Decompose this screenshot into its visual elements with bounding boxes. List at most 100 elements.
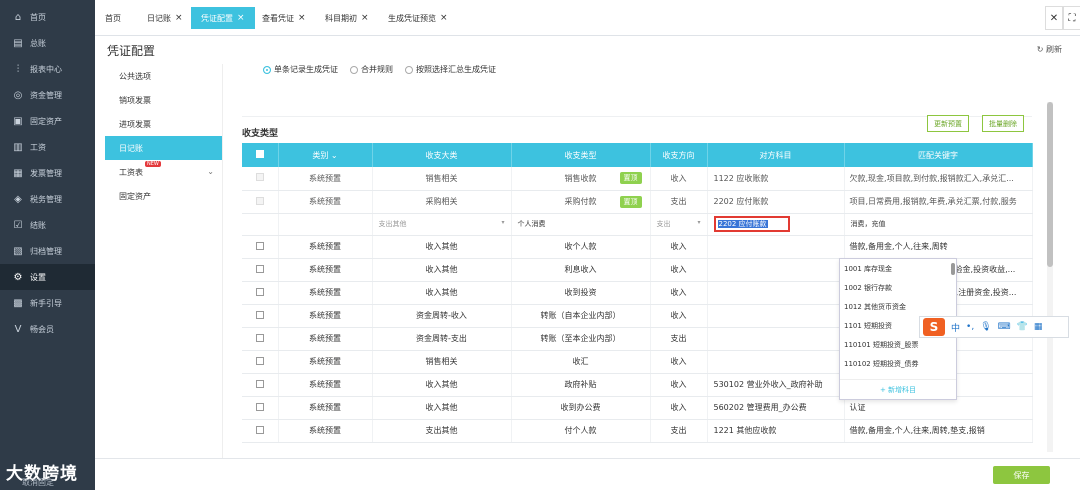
subnav-item-3[interactable]: 日记账 [105, 136, 222, 160]
row-checkbox[interactable] [242, 327, 279, 351]
close-all-tabs-icon[interactable]: ✕ [1045, 6, 1063, 30]
grid-menu-icon[interactable]: ▦ [1034, 322, 1043, 332]
tab-0[interactable]: 首页 [95, 7, 131, 29]
radio-dot[interactable] [263, 65, 271, 74]
sidebar-item-archive[interactable]: ▧ 归档管理 [0, 238, 95, 264]
pin-top-badge[interactable]: 置顶 [619, 195, 642, 208]
subnav-item-2[interactable]: 进项发票 [105, 112, 222, 136]
microphone-icon[interactable]: 🎙 [980, 322, 991, 332]
row-checkbox[interactable] [242, 281, 279, 305]
cell-account[interactable] [707, 281, 845, 305]
sidebar-item-guide[interactable]: ▩ 新手引导 [0, 290, 95, 316]
sidebar-item-close-account[interactable]: ☑ 结账 [0, 212, 95, 238]
cell-account[interactable] [707, 235, 845, 259]
sidebar-item-money[interactable]: ◎ 资金管理 [0, 82, 95, 108]
ime-toolbar: S 中 •, 🎙 ⌨ 👕 ▦ [919, 316, 1069, 338]
sidebar-item-salary[interactable]: ▥ 工资 [0, 134, 95, 160]
keywords-input[interactable]: 消费，充值 [844, 213, 1033, 236]
skin-icon[interactable]: 👕 [1017, 322, 1028, 332]
account-option[interactable]: 1002 银行存款 [840, 278, 956, 297]
account-option[interactable]: 1001 库存现金 [840, 259, 956, 278]
tab-4[interactable]: 科目期初 × [315, 7, 379, 29]
sidebar-item-chart[interactable]: ⫶ 报表中心 [0, 56, 95, 82]
sogou-logo-icon[interactable]: S [923, 318, 945, 336]
save-button[interactable]: 保存 [993, 466, 1050, 484]
add-account-button[interactable]: + 新增科目 [840, 379, 956, 399]
tab-1[interactable]: 日记账 × [137, 7, 193, 29]
subnav-item-1[interactable]: 销项发票 [105, 88, 222, 112]
direction-select[interactable]: 支出 ▾ [650, 213, 708, 236]
refresh-button[interactable]: ↻ 刷新 [1037, 44, 1062, 55]
tab-2[interactable]: 凭证配置 × [191, 7, 255, 29]
row-checkbox[interactable] [242, 258, 279, 282]
subnav-item-0[interactable]: 公共选项 [105, 64, 222, 88]
close-icon[interactable]: × [440, 13, 448, 23]
row-checkbox[interactable] [242, 304, 279, 328]
row-checkbox[interactable] [242, 373, 279, 397]
scrollbar-thumb[interactable] [1047, 102, 1053, 267]
tab-5[interactable]: 生成凭证预览 × [378, 7, 458, 29]
ime-punct-icon[interactable]: •, [966, 322, 974, 332]
subnav-item-4[interactable]: 工资表 NEW ⌄ [105, 160, 222, 184]
cell-category: 系统预置 [278, 258, 373, 282]
keyboard-icon[interactable]: ⌨ [998, 322, 1011, 332]
sidebar-item-home[interactable]: ⌂ 首页 [0, 4, 95, 30]
cell-account[interactable]: 2202 应付账款 [707, 190, 845, 214]
sidebar-item-tax[interactable]: ◈ 税务管理 [0, 186, 95, 212]
close-icon[interactable]: × [175, 13, 183, 23]
row-checkbox[interactable] [242, 190, 279, 214]
cell-account[interactable]: 530102 营业外收入_政府补助 [707, 373, 845, 397]
sidebar-item-ledger[interactable]: ▤ 总账 [0, 30, 95, 56]
page-scrollbar[interactable] [1047, 102, 1053, 452]
cell-account[interactable]: 1122 应收账款 [707, 167, 845, 191]
table-row[interactable]: 系统预置 销售相关 销售收款 置顶 收入 1122 应收账款 欠款,现金,项目款,到付款,报… [242, 167, 1033, 191]
select-all-checkbox[interactable] [242, 143, 279, 167]
type-input[interactable]: 个人消费 [511, 213, 651, 236]
row-checkbox[interactable] [242, 396, 279, 420]
sidebar-item-gear[interactable]: ⚙ 设置 [0, 264, 95, 290]
subnav-label: 进项发票 [119, 119, 151, 129]
fullscreen-icon[interactable]: ⛶ [1063, 6, 1080, 30]
pin-top-badge[interactable]: 置顶 [619, 172, 642, 184]
batch-delete-button[interactable]: 批量删除 [982, 115, 1024, 132]
sidebar-item-invoice[interactable]: ▦ 发票管理 [0, 160, 95, 186]
dropdown-scrollbar[interactable] [951, 263, 955, 275]
close-icon[interactable]: × [361, 13, 369, 23]
row-checkbox[interactable] [242, 235, 279, 259]
cell-account[interactable]: 1221 其他应收款 [707, 419, 845, 443]
cell-account[interactable]: 560202 管理费用_办公费 [707, 396, 845, 420]
radio-dot[interactable] [405, 65, 413, 74]
table-row[interactable]: 系统预置 收入其他 收个人款 收入 借款,备用金,个人,往来,周转 [242, 235, 1033, 259]
close-icon[interactable]: × [298, 13, 306, 23]
sidebar-item-asset[interactable]: ▣ 固定资产 [0, 108, 95, 134]
cell-account[interactable] [707, 304, 845, 328]
close-icon[interactable]: × [237, 13, 245, 23]
ime-mode[interactable]: 中 [951, 321, 960, 334]
row-checkbox[interactable] [242, 419, 279, 443]
sidebar-item-vip[interactable]: V 畅会员 [0, 316, 95, 342]
account-option[interactable]: 1012 其他货币资金 [840, 297, 956, 316]
big-category-select[interactable]: 支出其他 ▾ [372, 213, 512, 236]
cell-account[interactable] [707, 258, 845, 282]
chart-icon: ⫶ [16, 63, 20, 75]
account-input[interactable]: 2202 应付账款 [713, 216, 790, 232]
account-option[interactable]: 110102 短期投资_债券 [840, 354, 956, 373]
row-checkbox[interactable] [242, 350, 279, 374]
cell-account[interactable] [707, 327, 845, 351]
cell-account[interactable] [707, 350, 845, 374]
type-value: 个人消费 [517, 220, 546, 228]
radio-dot[interactable] [350, 65, 358, 74]
tab-3[interactable]: 查看凭证 × [252, 7, 316, 29]
radio-option-0[interactable]: 单条记录生成凭证 [263, 64, 338, 75]
col-category-filter[interactable]: 类别 ⌄ [278, 143, 373, 167]
close-account-icon: ☑ [13, 219, 23, 231]
row-checkbox[interactable] [242, 167, 279, 191]
radio-option-1[interactable]: 合并规则 [350, 64, 393, 75]
table-row[interactable]: 系统预置 采购相关 采购付款 置顶 支出 2202 应付账款 项目,日常费用,报销款,年费,… [242, 190, 1033, 214]
subnav-item-5[interactable]: 固定资产 [105, 184, 222, 208]
table-row[interactable]: 系统预置 支出其他 付个人款 支出 1221 其他应收款 借款,备用金,个人,往来,周转,… [242, 419, 1033, 443]
update-preset-button[interactable]: 更新预置 [927, 115, 969, 132]
unpin-label[interactable]: 取消固定 [22, 477, 54, 488]
chevron-down-icon[interactable]: ⌄ [207, 167, 214, 176]
radio-option-2[interactable]: 按照选择汇总生成凭证 [405, 64, 496, 75]
